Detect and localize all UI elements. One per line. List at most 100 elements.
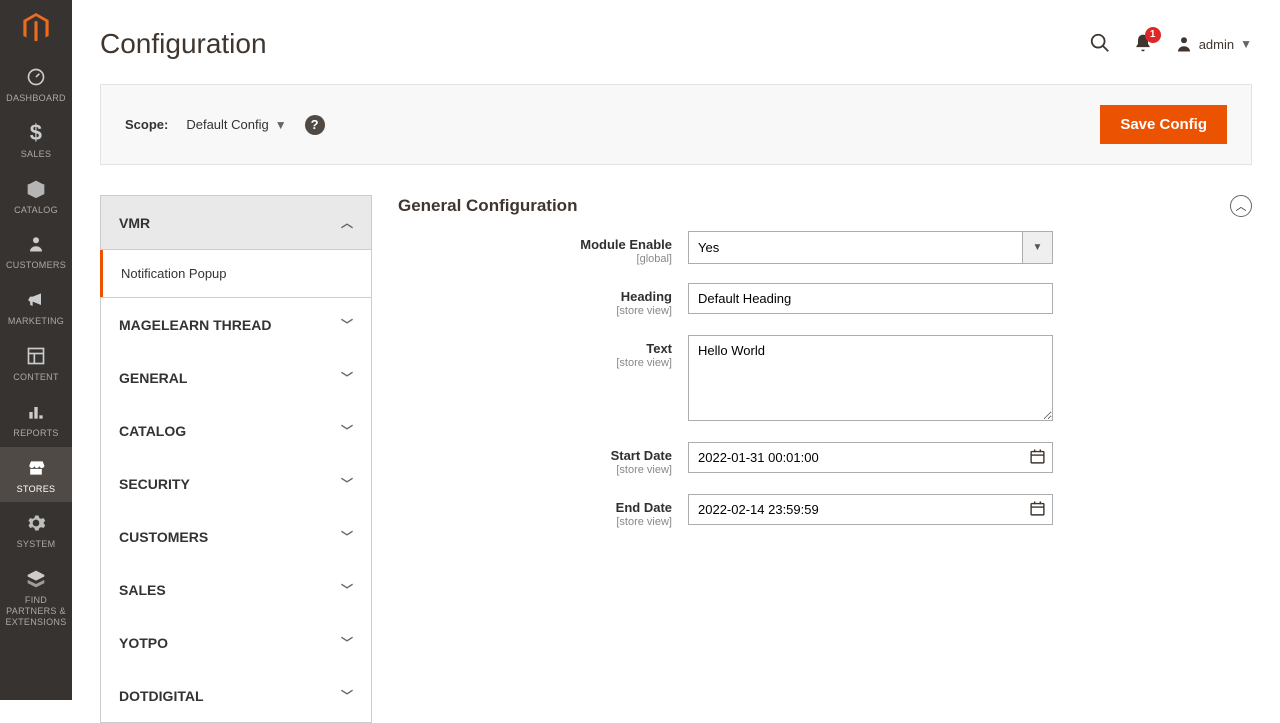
chevron-up-icon: ︿ bbox=[1236, 198, 1247, 214]
label-text: Text bbox=[646, 341, 672, 356]
field-text: Text [store view] Hello World bbox=[398, 335, 1252, 424]
field-end-date: End Date [store view] bbox=[398, 494, 1252, 528]
search-button[interactable] bbox=[1089, 32, 1111, 57]
config-content: VMR ︿ Notification Popup MAGELEARN THREA… bbox=[100, 195, 1252, 723]
field-control bbox=[688, 442, 1053, 473]
config-group-label: MAGELEARN THREAD bbox=[119, 317, 271, 333]
text-textarea[interactable]: Hello World bbox=[688, 335, 1053, 421]
config-group-magelearn: MAGELEARN THREAD ﹀ bbox=[100, 297, 372, 352]
scope-bar: Scope: Default Config ▼ ? Save Config bbox=[100, 84, 1252, 165]
config-group-head[interactable]: VMR ︿ bbox=[101, 196, 371, 250]
catalog-icon bbox=[26, 178, 46, 200]
scope-select[interactable]: Default Config ▼ bbox=[186, 117, 286, 132]
config-group-label: VMR bbox=[119, 215, 150, 231]
sidebar-item-reports[interactable]: REPORTS bbox=[0, 391, 72, 447]
config-group-label: YOTPO bbox=[119, 635, 168, 651]
scope-label: Scope: bbox=[125, 117, 168, 132]
config-group-head[interactable]: YOTPO ﹀ bbox=[101, 616, 371, 669]
config-group-label: CATALOG bbox=[119, 423, 186, 439]
page-header: Configuration 1 admin ▼ bbox=[100, 0, 1252, 84]
field-label: Module Enable [global] bbox=[398, 231, 688, 265]
sidebar-item-content[interactable]: CONTENT bbox=[0, 335, 72, 391]
config-group-general: GENERAL ﹀ bbox=[100, 351, 372, 405]
config-group-head[interactable]: SECURITY ﹀ bbox=[101, 457, 371, 510]
field-control: Hello World bbox=[688, 335, 1053, 424]
field-control: Yes ▼ bbox=[688, 231, 1053, 264]
config-group-vmr: VMR ︿ Notification Popup bbox=[100, 195, 372, 298]
sidebar-item-label: DASHBOARD bbox=[6, 93, 66, 104]
calendar-icon[interactable] bbox=[1029, 448, 1046, 468]
config-group-head[interactable]: CATALOG ﹀ bbox=[101, 404, 371, 457]
sidebar-item-sales[interactable]: $ SALES bbox=[0, 112, 72, 168]
dashboard-icon bbox=[26, 66, 46, 88]
sidebar-item-label: MARKETING bbox=[8, 316, 64, 327]
chevron-down-icon: ﹀ bbox=[341, 634, 353, 651]
select-wrap: Yes ▼ bbox=[688, 231, 1053, 264]
magento-logo[interactable] bbox=[0, 0, 72, 56]
config-group-label: SECURITY bbox=[119, 476, 190, 492]
chevron-up-icon: ︿ bbox=[341, 214, 353, 231]
sidebar-item-stores[interactable]: STORES bbox=[0, 447, 72, 503]
end-date-input[interactable] bbox=[688, 494, 1053, 525]
chevron-down-icon: ▼ bbox=[1240, 37, 1252, 51]
notifications-button[interactable]: 1 bbox=[1133, 33, 1153, 56]
stores-icon bbox=[26, 457, 46, 479]
sidebar-item-label: CATALOG bbox=[14, 205, 58, 216]
config-body: General Configuration ︿ Module Enable [g… bbox=[398, 195, 1252, 546]
sidebar-item-label: CONTENT bbox=[13, 372, 59, 383]
heading-input[interactable] bbox=[688, 283, 1053, 314]
config-group-head[interactable]: SALES ﹀ bbox=[101, 563, 371, 616]
select-arrow-icon[interactable]: ▼ bbox=[1023, 231, 1053, 264]
module-enable-select[interactable]: Yes bbox=[688, 231, 1023, 264]
label-text: Module Enable bbox=[580, 237, 672, 252]
config-subitem-notification-popup[interactable]: Notification Popup bbox=[100, 250, 371, 297]
date-wrap bbox=[688, 494, 1053, 525]
partners-icon bbox=[26, 568, 46, 590]
section-collapse-toggle[interactable]: ︿ bbox=[1230, 195, 1252, 217]
config-group-yotpo: YOTPO ﹀ bbox=[100, 616, 372, 670]
chevron-down-icon: ﹀ bbox=[341, 581, 353, 598]
start-date-input[interactable] bbox=[688, 442, 1053, 473]
field-label: Heading [store view] bbox=[398, 283, 688, 317]
sidebar-item-customers[interactable]: CUSTOMERS bbox=[0, 223, 72, 279]
chevron-down-icon: ﹀ bbox=[341, 687, 353, 704]
config-group-head[interactable]: DOTDIGITAL ﹀ bbox=[101, 669, 371, 722]
field-label: Text [store view] bbox=[398, 335, 688, 369]
calendar-icon[interactable] bbox=[1029, 500, 1046, 520]
sidebar-item-system[interactable]: SYSTEM bbox=[0, 502, 72, 558]
user-name: admin bbox=[1199, 37, 1234, 52]
user-menu[interactable]: admin ▼ bbox=[1175, 35, 1252, 53]
field-module-enable: Module Enable [global] Yes ▼ bbox=[398, 231, 1252, 265]
dollar-icon: $ bbox=[30, 122, 43, 144]
sidebar-item-dashboard[interactable]: DASHBOARD bbox=[0, 56, 72, 112]
config-group-dotdigital: DOTDIGITAL ﹀ bbox=[100, 669, 372, 723]
help-icon[interactable]: ? bbox=[305, 115, 325, 135]
field-start-date: Start Date [store view] bbox=[398, 442, 1252, 476]
label-text: Start Date bbox=[611, 448, 672, 463]
scope-controls: Scope: Default Config ▼ ? bbox=[125, 115, 325, 135]
chevron-down-icon: ﹀ bbox=[341, 475, 353, 492]
chevron-down-icon: ﹀ bbox=[341, 316, 353, 333]
config-group-label: GENERAL bbox=[119, 370, 187, 386]
field-label: Start Date [store view] bbox=[398, 442, 688, 476]
config-group-label: DOTDIGITAL bbox=[119, 688, 204, 704]
sidebar-item-partners[interactable]: FIND PARTNERS & EXTENSIONS bbox=[0, 558, 72, 635]
chevron-down-icon: ﹀ bbox=[341, 528, 353, 545]
save-config-button[interactable]: Save Config bbox=[1100, 105, 1227, 144]
date-wrap bbox=[688, 442, 1053, 473]
header-actions: 1 admin ▼ bbox=[1089, 32, 1252, 57]
sidebar-item-catalog[interactable]: CATALOG bbox=[0, 168, 72, 224]
config-group-customers: CUSTOMERS ﹀ bbox=[100, 510, 372, 564]
gear-icon bbox=[26, 512, 46, 534]
config-group-head[interactable]: MAGELEARN THREAD ﹀ bbox=[101, 298, 371, 351]
label-scope: [store view] bbox=[398, 305, 672, 317]
main-content: Configuration 1 admin ▼ Scope: Default C… bbox=[72, 0, 1280, 723]
config-group-security: SECURITY ﹀ bbox=[100, 457, 372, 511]
sidebar-item-label: SALES bbox=[21, 149, 52, 160]
section-head: General Configuration ︿ bbox=[398, 195, 1252, 231]
sidebar-item-marketing[interactable]: MARKETING bbox=[0, 279, 72, 335]
config-group-label: CUSTOMERS bbox=[119, 529, 208, 545]
config-group-head[interactable]: CUSTOMERS ﹀ bbox=[101, 510, 371, 563]
reports-icon bbox=[26, 401, 46, 423]
config-group-head[interactable]: GENERAL ﹀ bbox=[101, 351, 371, 404]
